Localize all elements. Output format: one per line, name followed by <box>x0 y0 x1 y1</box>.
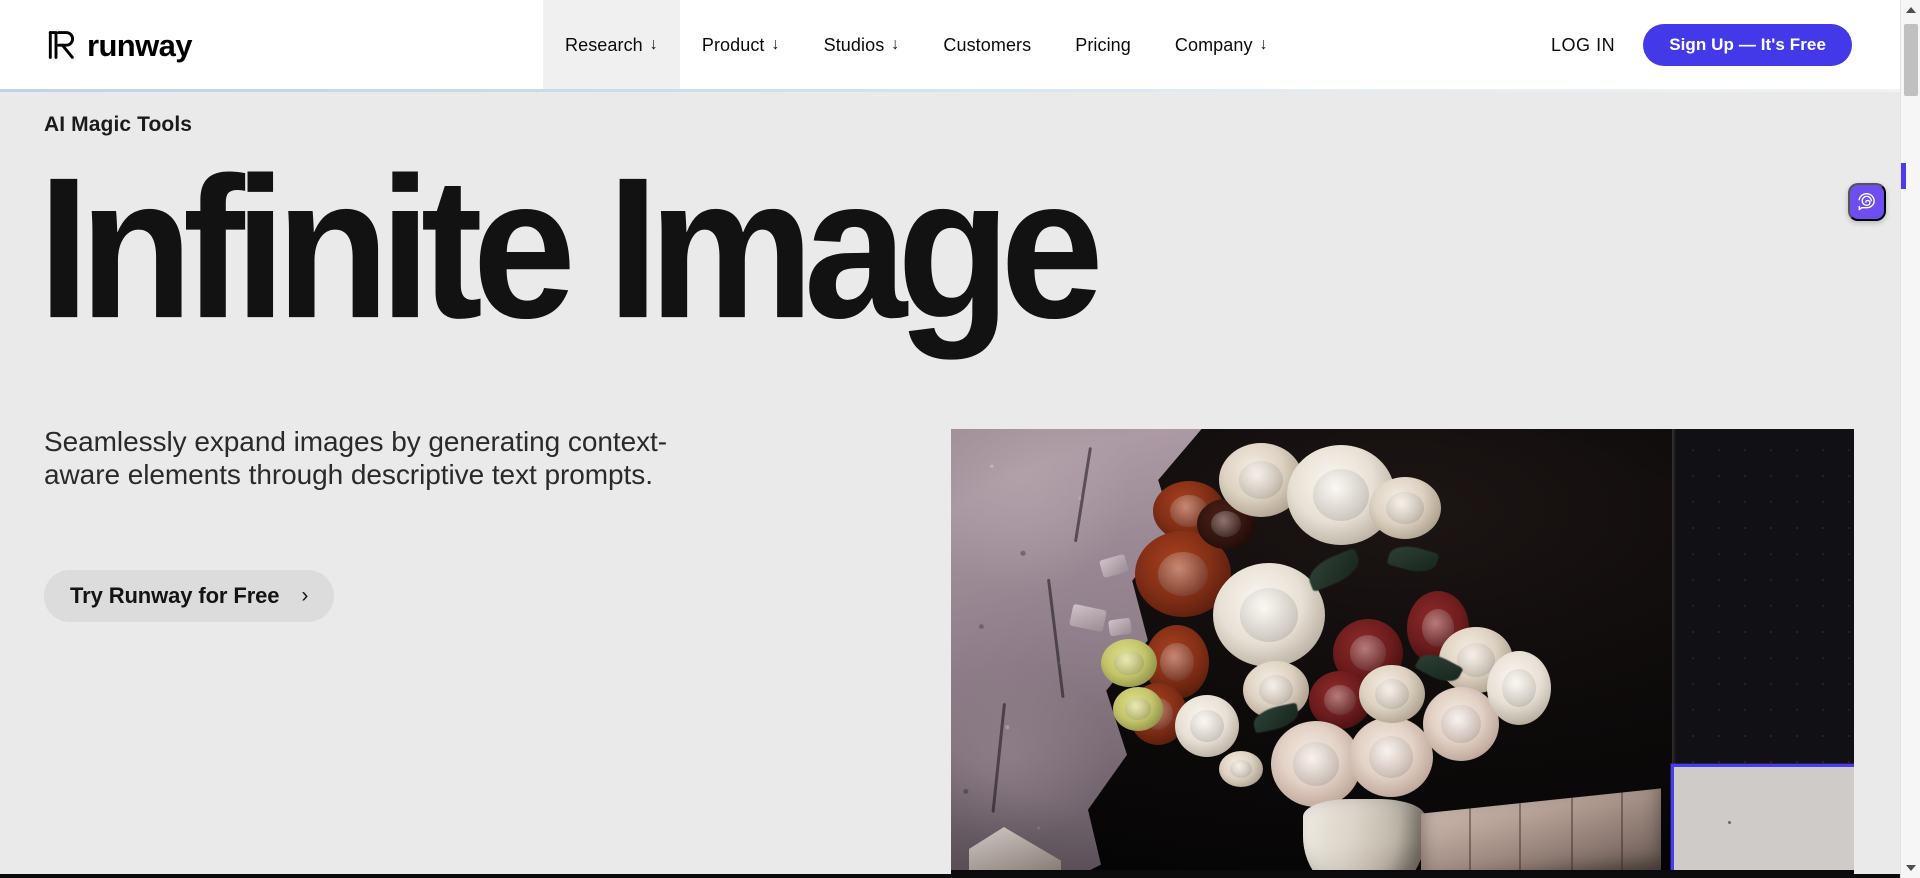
page-load-progress-bar <box>0 89 1900 92</box>
canvas-speck <box>1728 821 1731 824</box>
hero-section: AI Magic Tools Infinite Image Seamlessly… <box>0 92 1900 878</box>
outpaint-selection-rectangle[interactable] <box>1671 764 1854 878</box>
nav-item-pricing[interactable]: Pricing <box>1053 0 1153 90</box>
chevron-down-icon: ↓ <box>771 36 780 53</box>
eyebrow-label: AI Magic Tools <box>44 113 193 136</box>
nav-item-label: Product <box>701 34 765 55</box>
chat-support-button[interactable] <box>1848 183 1886 221</box>
nav-item-studios[interactable]: Studios ↓ <box>802 0 922 90</box>
flower-rose <box>1349 717 1433 797</box>
nav-item-label: Customers <box>943 34 1032 55</box>
ledge-slat <box>1469 808 1471 878</box>
flower-cream <box>1369 477 1441 539</box>
scroll-down-arrow-icon <box>1906 865 1916 871</box>
primary-nav: Research ↓ Product ↓ Studios ↓ Customers… <box>543 0 1290 90</box>
flower-yellow <box>1101 639 1157 687</box>
chevron-down-icon: ↓ <box>1259 36 1268 53</box>
source-photograph <box>951 429 1674 878</box>
scrollbar-marker <box>1901 163 1906 189</box>
vertical-scrollbar[interactable] <box>1900 0 1920 878</box>
nav-item-label: Pricing <box>1075 34 1131 55</box>
flower-yellow <box>1113 687 1163 731</box>
ceramic-vase <box>1303 799 1425 878</box>
foliage-leaf <box>1304 547 1364 593</box>
hero-description: Seamlessly expand images by generating c… <box>44 426 668 491</box>
header-actions: LOG IN Sign Up — It's Free <box>1551 24 1852 66</box>
login-link[interactable]: LOG IN <box>1551 35 1615 56</box>
flower-white <box>1175 695 1239 757</box>
foliage-leaf <box>1386 540 1440 578</box>
scroll-up-button[interactable] <box>1901 0 1920 20</box>
runway-logo-link[interactable]: runway <box>44 28 192 62</box>
hero-media-canvas[interactable] <box>951 429 1854 878</box>
page-content: runway Research ↓ Product ↓ Studios ↓ Cu… <box>0 0 1900 878</box>
nav-item-label: Studios <box>823 34 885 55</box>
nav-item-label: Research <box>565 34 643 55</box>
try-runway-for-free-button[interactable]: Try Runway for Free › <box>44 570 335 622</box>
chat-spiral-icon <box>1856 190 1878 215</box>
flower-rose <box>1271 721 1361 807</box>
cta-label: Try Runway for Free <box>70 583 280 608</box>
runway-r-mark-icon <box>44 28 78 62</box>
browser-viewport: runway Research ↓ Product ↓ Studios ↓ Cu… <box>0 0 1920 878</box>
site-header: runway Research ↓ Product ↓ Studios ↓ Cu… <box>0 0 1900 90</box>
ledge-slat <box>1621 792 1623 875</box>
ledge-slat <box>1519 803 1521 878</box>
nav-item-company[interactable]: Company ↓ <box>1153 0 1290 90</box>
scroll-up-arrow-icon <box>1906 7 1916 13</box>
runway-wordmark: runway <box>87 27 192 63</box>
signup-button[interactable]: Sign Up — It's Free <box>1643 24 1852 66</box>
nav-item-label: Company <box>1174 34 1253 55</box>
chevron-down-icon: ↓ <box>649 36 658 53</box>
nav-item-customers[interactable]: Customers <box>921 0 1053 90</box>
page-bottom-edge <box>0 874 1900 878</box>
nav-item-product[interactable]: Product ↓ <box>680 0 802 90</box>
scroll-down-button[interactable] <box>1901 858 1920 878</box>
flower-cream <box>1219 751 1263 787</box>
ledge-slat <box>1571 797 1573 878</box>
chevron-down-icon: ↓ <box>891 36 900 53</box>
page-title: Infinite Image <box>38 136 1104 361</box>
nav-item-research[interactable]: Research ↓ <box>543 0 680 90</box>
scrollbar-thumb[interactable] <box>1904 24 1918 96</box>
flower-cream <box>1359 665 1425 723</box>
chevron-right-icon: › <box>301 583 309 607</box>
flower-white <box>1487 651 1551 725</box>
